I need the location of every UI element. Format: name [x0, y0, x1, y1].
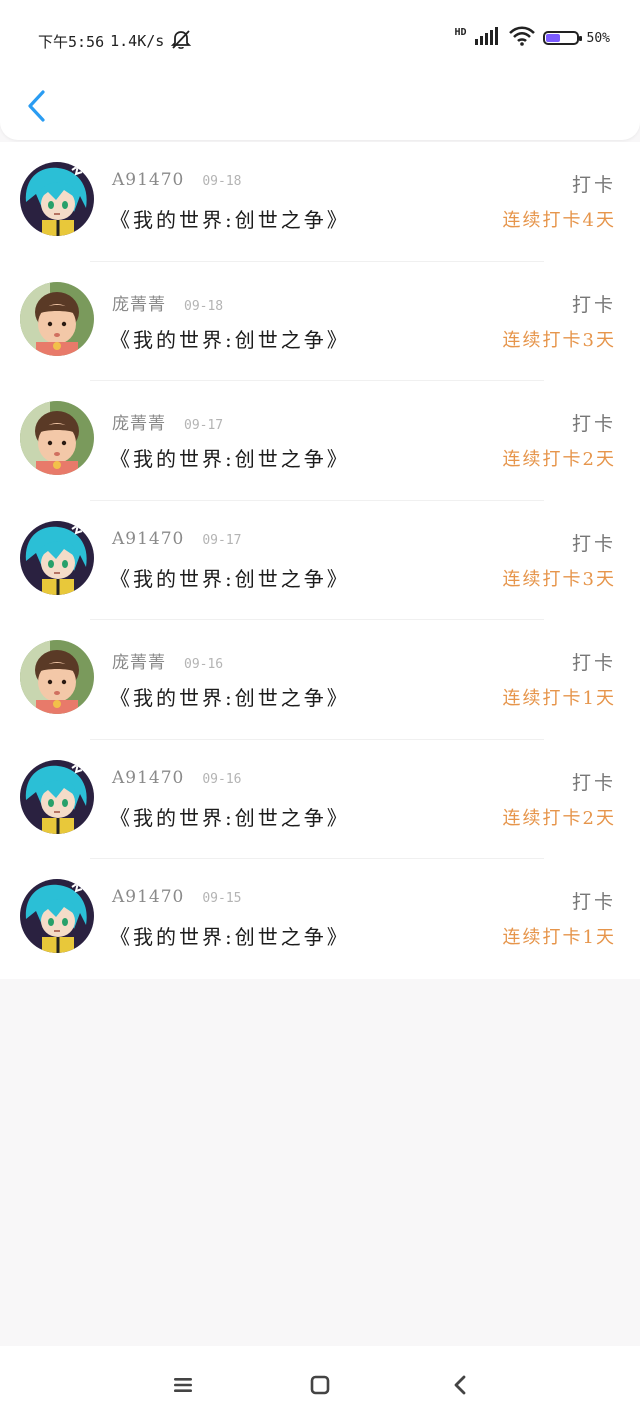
user-name: 庞菁菁: [112, 414, 166, 434]
checkin-list: A91470 09-18 《我的世界:创世之争》 打卡 连续打卡4天 庞菁菁 09-18 《我…: [0, 142, 640, 979]
network-speed: 1.4K/s: [110, 32, 165, 50]
checkin-type: 打卡: [571, 532, 616, 555]
checkin-date: 09-15: [202, 891, 242, 906]
user-name: A91470: [112, 767, 185, 788]
checkin-date: 09-18: [202, 174, 242, 189]
avatar[interactable]: [20, 640, 94, 714]
book-title: 《我的世界:创世之争》: [110, 686, 350, 710]
battery-percent: 50%: [586, 30, 610, 46]
system-back-button[interactable]: [447, 1372, 473, 1398]
chevron-left-icon: [28, 90, 45, 122]
checkin-date: 09-16: [184, 657, 224, 672]
menu-button[interactable]: [170, 1372, 196, 1398]
book-title: 《我的世界:创世之争》: [110, 327, 350, 352]
signal-icon: [474, 27, 501, 49]
checkin-date: 09-17: [202, 532, 242, 548]
checkin-row[interactable]: 庞菁菁 09-18 《我的世界:创世之争》 打卡连续打卡3天: [0, 262, 640, 381]
avatar[interactable]: [20, 520, 94, 595]
user-name: 庞菁菁: [112, 294, 166, 315]
avatar[interactable]: [20, 879, 94, 953]
top-header: 下午5:56 1.4K/s HD 50%: [0, 0, 640, 140]
checkin-row[interactable]: A91470 09-16 《我的世界:创世之争》 打卡连续打卡2天: [0, 740, 640, 859]
row-meta: 庞菁菁 09-17: [112, 409, 223, 434]
streak-label: 连续打卡3天: [502, 568, 616, 590]
checkin-type: 打卡: [571, 413, 616, 435]
checkin-date: 09-16: [202, 771, 242, 787]
checkin-type: 打卡: [571, 293, 616, 316]
checkin-row[interactable]: A91470 09-17 《我的世界:创世之争》 打卡连续打卡3天: [0, 501, 640, 620]
checkin-type: 打卡: [571, 174, 616, 196]
avatar[interactable]: [20, 759, 94, 834]
user-name: 庞菁菁: [112, 653, 166, 673]
battery-icon: [542, 31, 582, 45]
menu-icon: [174, 1378, 192, 1392]
system-nav-bar: [0, 1346, 640, 1423]
avatar[interactable]: [20, 401, 94, 475]
status-bar: 下午5:56 1.4K/s HD 50%: [0, 22, 640, 56]
row-meta: A91470 09-16: [112, 768, 242, 788]
checkin-date: 09-17: [184, 418, 224, 433]
mute-bell-icon: [170, 28, 192, 54]
book-title: 《我的世界:创世之争》: [110, 208, 350, 232]
book-title: 《我的世界:创世之争》: [110, 805, 350, 830]
checkin-type: 打卡: [571, 771, 616, 794]
avatar[interactable]: [20, 281, 94, 356]
back-button[interactable]: [22, 86, 50, 126]
checkin-type: 打卡: [571, 652, 616, 674]
user-name: A91470: [112, 170, 185, 190]
hd-label: HD: [454, 26, 467, 38]
book-title: 《我的世界:创世之争》: [110, 925, 350, 949]
checkin-row[interactable]: A91470 09-18 《我的世界:创世之争》 打卡连续打卡4天: [0, 142, 640, 262]
row-meta: 庞菁菁 09-18: [112, 290, 223, 315]
user-name: A91470: [112, 528, 185, 549]
home-icon: [310, 1375, 330, 1395]
row-meta: A91470 09-15: [112, 887, 242, 907]
wifi-icon: [508, 26, 535, 50]
checkin-date: 09-18: [184, 298, 224, 314]
row-meta: A91470 09-18: [112, 170, 242, 190]
checkin-row[interactable]: 庞菁菁 09-17 《我的世界:创世之争》 打卡连续打卡2天: [0, 381, 640, 501]
streak-label: 连续打卡2天: [502, 807, 616, 829]
book-title: 《我的世界:创世之争》: [110, 566, 350, 591]
streak-label: 连续打卡3天: [502, 329, 616, 351]
row-meta: A91470 09-17: [112, 529, 242, 549]
checkin-type: 打卡: [571, 891, 616, 913]
streak-label: 连续打卡2天: [502, 449, 616, 470]
back-icon: [454, 1375, 466, 1395]
checkin-row[interactable]: 庞菁菁 09-16 《我的世界:创世之争》 打卡连续打卡1天: [0, 620, 640, 740]
avatar[interactable]: [20, 162, 94, 236]
clock: 下午5:56: [38, 32, 105, 51]
streak-label: 连续打卡1天: [502, 688, 616, 709]
home-button[interactable]: [307, 1372, 333, 1398]
streak-label: 连续打卡1天: [502, 927, 616, 948]
checkin-row[interactable]: A91470 09-15 《我的世界:创世之争》 打卡连续打卡1天: [0, 859, 640, 979]
battery-fill: [545, 34, 560, 42]
streak-label: 连续打卡4天: [502, 210, 616, 231]
user-name: A91470: [112, 887, 185, 907]
row-meta: 庞菁菁 09-16: [112, 648, 223, 673]
book-title: 《我的世界:创世之争》: [110, 447, 350, 471]
